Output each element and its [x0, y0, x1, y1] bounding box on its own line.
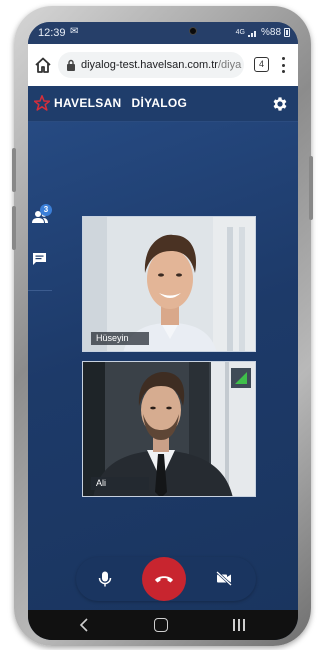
- status-right: 4G %88: [236, 27, 290, 38]
- participants-count-badge: 3: [40, 204, 52, 216]
- microphone-icon[interactable]: [98, 571, 112, 587]
- side-rail: 3: [28, 122, 52, 322]
- android-navigation-bar: [28, 610, 298, 640]
- video-off-icon[interactable]: [216, 571, 232, 586]
- home-button[interactable]: [154, 618, 168, 632]
- hangup-button[interactable]: [142, 557, 186, 601]
- signal-wedge: [235, 372, 247, 384]
- gear-icon[interactable]: [271, 95, 289, 113]
- browser-menu-icon[interactable]: [280, 57, 286, 73]
- video-tile-huseyin[interactable]: Hüseyin: [82, 216, 256, 352]
- power-key: [309, 156, 313, 220]
- recents-icon[interactable]: [233, 619, 245, 631]
- status-time: 12:39: [38, 27, 66, 39]
- browser-toolbar: diyalog-test.havelsan.com.tr/diya 4: [28, 44, 298, 86]
- conference-area: 3 Hüseyin Ali: [28, 122, 298, 610]
- battery-icon: [284, 28, 290, 37]
- chat-icon[interactable]: [32, 252, 47, 266]
- participant-name: Ali: [91, 477, 149, 490]
- rail-divider: [28, 290, 52, 291]
- url-host: diyalog-test.havelsan.com.tr: [81, 59, 218, 71]
- product-name: DİYALOG: [131, 96, 188, 110]
- havelsan-logo: HAVELSAN DİYALOG: [34, 95, 187, 111]
- message-notification-icon: ✉: [70, 26, 79, 37]
- brand-name: HAVELSAN: [54, 96, 122, 110]
- tab-switcher-button[interactable]: 4: [254, 57, 269, 72]
- back-icon[interactable]: [78, 618, 90, 632]
- participant-name: Hüseyin: [91, 332, 149, 345]
- address-bar[interactable]: diyalog-test.havelsan.com.tr/diya: [58, 52, 244, 78]
- app-header: HAVELSAN DİYALOG: [28, 86, 298, 122]
- battery-level: %88: [260, 27, 281, 38]
- star-logo-icon: [34, 95, 50, 111]
- network-type: 4G: [235, 29, 245, 36]
- call-controls: [76, 557, 256, 601]
- volume-down-key: [12, 206, 16, 250]
- front-camera: [189, 27, 197, 35]
- url-path: /diya: [217, 59, 242, 71]
- phone-hangup-icon: [155, 576, 173, 583]
- video-tile-ali[interactable]: Ali: [82, 361, 256, 497]
- status-bar: 12:39 ✉ 4G %88: [28, 22, 298, 44]
- phone-screen: 12:39 ✉ 4G %88 diyalog-test.havelsan.com…: [28, 22, 298, 640]
- signal-bars-icon: [247, 30, 256, 37]
- lock-icon: [67, 59, 75, 71]
- home-icon[interactable]: [34, 56, 52, 74]
- volume-up-key: [12, 148, 16, 192]
- signal-strength-icon: [231, 368, 251, 388]
